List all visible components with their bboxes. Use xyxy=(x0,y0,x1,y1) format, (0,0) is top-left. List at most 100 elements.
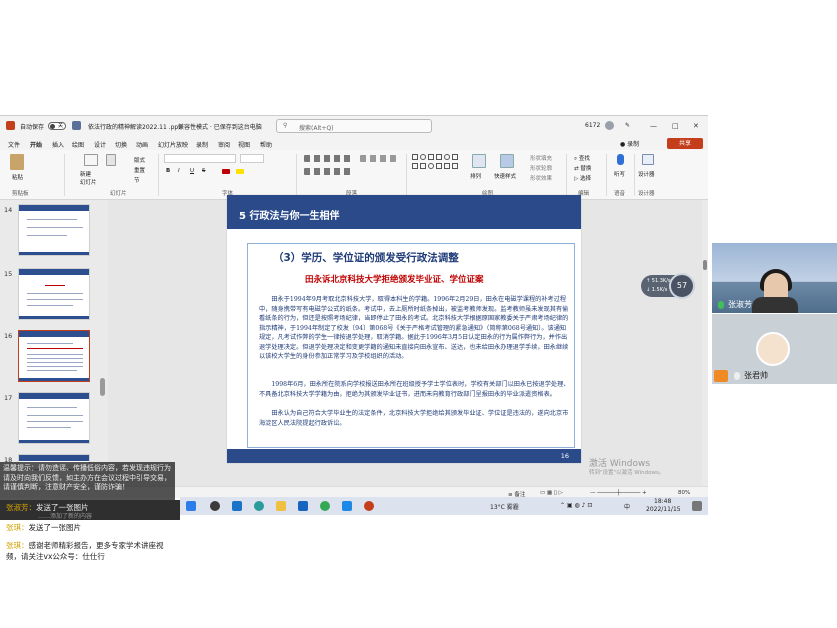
powerpoint-icon[interactable] xyxy=(364,501,374,511)
shape-icon[interactable] xyxy=(444,163,450,169)
clock-time[interactable]: 18:48 xyxy=(654,498,671,505)
download-speed: ↓ 1.5K/s xyxy=(646,287,668,293)
quick-styles-icon[interactable] xyxy=(500,154,514,168)
record-button[interactable]: ● 录制 xyxy=(620,139,639,148)
slide-thumbnail[interactable] xyxy=(18,392,90,444)
autosave-toggle[interactable] xyxy=(48,122,66,130)
layout-button[interactable]: 版式 xyxy=(134,156,145,164)
designer-icon[interactable] xyxy=(642,154,654,165)
pen-icon[interactable]: ✎ xyxy=(625,122,630,129)
notification-icon[interactable] xyxy=(692,501,702,511)
group-voice: 语音 xyxy=(614,191,626,197)
shape-icon[interactable] xyxy=(420,163,426,169)
strike-button[interactable]: S xyxy=(202,168,206,174)
tab-slideshow[interactable]: 幻灯片放映 xyxy=(158,140,188,149)
find-button[interactable]: ⌕ 查找 xyxy=(574,154,590,163)
thumbnail-scrollbar[interactable] xyxy=(100,378,105,396)
tab-insert[interactable]: 插入 xyxy=(52,140,64,149)
tab-record[interactable]: 录制 xyxy=(196,140,208,149)
shape-icon[interactable] xyxy=(452,154,458,160)
arrange-icon[interactable] xyxy=(472,154,486,168)
participant-video[interactable]: 张淑芳 xyxy=(712,243,837,313)
vertical-scrollbar[interactable] xyxy=(702,200,708,486)
share-button[interactable]: 共享 xyxy=(667,138,703,149)
zoom-slider[interactable]: — ──────┼────── + xyxy=(590,490,647,496)
microphone-icon xyxy=(718,301,724,309)
font-size-select[interactable] xyxy=(240,154,264,163)
designer-label: 设计器 xyxy=(638,172,655,178)
paste-label: 粘贴 xyxy=(12,175,24,181)
italic-button[interactable]: I xyxy=(178,168,180,174)
shape-icon[interactable] xyxy=(444,154,450,160)
thumbnail-number: 15 xyxy=(4,270,13,278)
chat-message: 张琪：发送了一张图片 xyxy=(6,522,81,533)
tab-design[interactable]: 设计 xyxy=(94,140,106,149)
shape-icon[interactable] xyxy=(436,163,442,169)
file-explorer-icon[interactable] xyxy=(276,501,286,511)
save-icon[interactable] xyxy=(72,121,81,130)
avatar-icon[interactable] xyxy=(605,121,614,130)
shape-icon[interactable] xyxy=(412,154,418,160)
slide-thumbnail[interactable] xyxy=(18,268,90,320)
reset-button[interactable]: 重置 xyxy=(134,166,145,174)
participant-video[interactable]: 张君帅 xyxy=(712,314,837,384)
start-icon[interactable] xyxy=(186,501,196,511)
slide-paragraph-3: 田永认为自己符合大学毕业生的法定条件，北京科技大学拒绝给其颁发毕业证、学位证是违… xyxy=(259,410,569,427)
reuse-slide-icon[interactable] xyxy=(106,154,116,166)
chat-message: 张琪：感谢老师精彩报告，更多专家学术讲座视频，请关注vx公众号：仕仕行 xyxy=(6,540,174,562)
store-icon[interactable] xyxy=(298,501,308,511)
chrome-icon[interactable] xyxy=(320,501,330,511)
chat-notice: 温馨提示：请勿造谣、传播低俗内容，若发现违规行为请及时向我们反馈，如主办方在会议… xyxy=(0,462,175,500)
thumbnail-number: 16 xyxy=(4,332,13,340)
microphone-icon[interactable] xyxy=(617,154,624,165)
replace-button[interactable]: ⇄ 替换 xyxy=(574,164,591,172)
font-family-select[interactable] xyxy=(164,154,236,163)
list-buttons-icon[interactable] xyxy=(304,155,352,162)
minimize-button[interactable]: — xyxy=(650,122,657,130)
tab-file[interactable]: 文件 xyxy=(8,140,20,149)
shape-icon[interactable] xyxy=(428,163,434,169)
shape-icon[interactable] xyxy=(428,154,434,160)
text-direction-icon[interactable] xyxy=(360,155,396,162)
shape-icon[interactable] xyxy=(420,154,426,160)
ime-indicator[interactable]: 中 xyxy=(624,502,630,511)
zoom-level[interactable]: 80% xyxy=(678,490,690,496)
section-button[interactable]: 节 xyxy=(134,176,140,184)
underline-button[interactable]: U xyxy=(190,168,194,174)
shape-outline-button[interactable]: 形状轮廓 xyxy=(530,164,552,172)
view-buttons[interactable]: ▭ ▦ ▯ ▷ xyxy=(540,490,563,496)
font-color-icon[interactable] xyxy=(222,169,230,174)
slide-thumbnail-selected[interactable] xyxy=(18,330,90,382)
scroll-thumb[interactable] xyxy=(703,260,707,270)
restore-button[interactable]: □ xyxy=(672,122,679,130)
align-buttons-icon[interactable] xyxy=(304,168,352,175)
slide-thumbnail[interactable] xyxy=(18,204,90,256)
current-slide: 5 行政法与你一生相伴 （3）学历、学位证的颁发受行政法调整 田永诉北京科技大学… xyxy=(227,195,581,463)
highlight-icon[interactable] xyxy=(236,169,244,174)
tab-draw[interactable]: 绘图 xyxy=(72,140,84,149)
tab-transitions[interactable]: 切换 xyxy=(115,140,127,149)
tray-icons[interactable]: ⌃ ▣ ◍ ♪ ⊡ xyxy=(560,502,592,509)
bold-button[interactable]: B xyxy=(166,168,170,174)
search-icon[interactable] xyxy=(210,501,220,511)
tab-help[interactable]: 帮助 xyxy=(260,140,272,149)
shape-fill-button[interactable]: 形状填充 xyxy=(530,154,552,162)
shape-icon[interactable] xyxy=(452,163,458,169)
app-icon[interactable] xyxy=(342,501,352,511)
edge-icon[interactable] xyxy=(254,501,264,511)
tab-review[interactable]: 审阅 xyxy=(218,140,230,149)
upload-speed: ↑ 51.3K/s xyxy=(646,278,671,284)
search-box[interactable]: ⚲ 搜索(Alt+Q) xyxy=(276,119,432,133)
new-slide-icon[interactable] xyxy=(84,154,98,166)
select-button[interactable]: ▷ 选择 xyxy=(574,174,591,182)
paste-icon[interactable] xyxy=(10,154,24,170)
shape-icon[interactable] xyxy=(412,163,418,169)
close-button[interactable]: ✕ xyxy=(693,122,699,130)
tab-view[interactable]: 视图 xyxy=(238,140,250,149)
shape-icon[interactable] xyxy=(436,154,442,160)
shape-effects-button[interactable]: 形状效果 xyxy=(530,174,552,182)
task-view-icon[interactable] xyxy=(232,501,242,511)
weather[interactable]: 13°C 雾霾 xyxy=(490,502,519,511)
clock-date[interactable]: 2022/11/15 xyxy=(646,506,681,513)
tab-animations[interactable]: 动画 xyxy=(136,140,148,149)
